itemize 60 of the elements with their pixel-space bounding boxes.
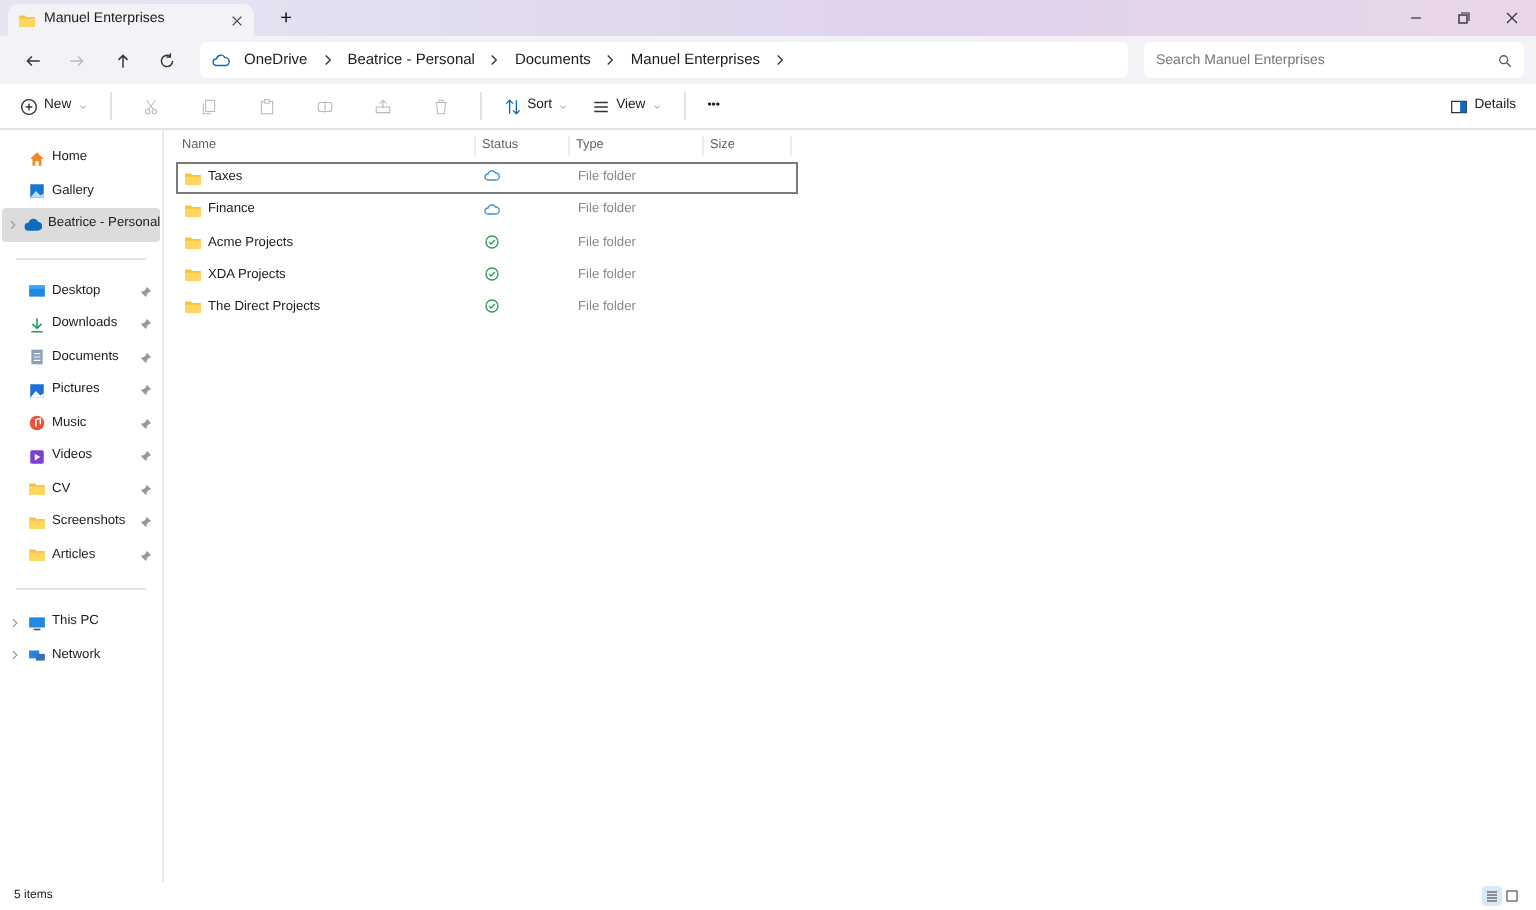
pin-icon[interactable] — [140, 285, 152, 298]
pin-icon[interactable] — [140, 351, 152, 364]
pin-icon[interactable] — [140, 483, 152, 496]
chevron-right-icon[interactable] — [321, 54, 334, 66]
view-toggle[interactable] — [1482, 886, 1502, 906]
share-icon[interactable] — [373, 97, 392, 115]
pin-icon[interactable] — [140, 318, 152, 331]
chevron-right-icon[interactable] — [488, 54, 501, 66]
back-icon[interactable] — [23, 51, 42, 69]
folder-icon — [28, 480, 46, 499]
music-icon — [28, 414, 46, 433]
plus-circle-icon — [20, 97, 38, 115]
folder-icon — [18, 11, 36, 29]
chevron-right-icon[interactable] — [604, 54, 617, 66]
network-icon — [28, 646, 46, 665]
details-view-icon — [1484, 888, 1500, 904]
picture-icon — [28, 381, 46, 400]
pane-icon — [1450, 97, 1469, 115]
download-icon — [28, 315, 46, 334]
up-icon[interactable] — [113, 51, 132, 69]
tiles-view-icon — [1504, 888, 1520, 904]
pin-icon[interactable] — [140, 384, 152, 397]
cloud-icon — [212, 51, 230, 69]
caret-icon — [558, 101, 569, 111]
folder-icon — [28, 546, 46, 565]
caret-icon — [651, 101, 662, 111]
rename-icon[interactable] — [315, 97, 334, 115]
paste-icon[interactable] — [257, 97, 276, 115]
folder-icon — [184, 233, 202, 252]
pin-icon[interactable] — [140, 417, 152, 430]
desktop-icon — [28, 282, 46, 301]
home-icon — [28, 149, 46, 168]
restore-icon[interactable] — [1456, 10, 1472, 26]
close-icon[interactable] — [1504, 10, 1520, 26]
folder-icon — [184, 266, 202, 285]
pin-icon[interactable] — [140, 450, 152, 463]
folder-icon — [184, 201, 202, 220]
delete-icon[interactable] — [431, 97, 450, 115]
computer-icon — [28, 613, 46, 632]
sort-icon — [503, 97, 522, 115]
refresh-icon[interactable] — [158, 51, 177, 69]
document-icon — [28, 348, 46, 367]
new-tab-button[interactable]: + — [262, 0, 310, 36]
close-icon[interactable] — [230, 13, 244, 27]
folder-icon — [184, 169, 202, 188]
gallery-icon — [28, 182, 46, 201]
search-icon — [1498, 53, 1512, 67]
list-icon — [592, 97, 611, 115]
chevron-right-icon[interactable] — [774, 54, 787, 66]
pin-icon[interactable] — [140, 549, 152, 562]
forward-icon[interactable] — [68, 51, 87, 69]
folder-icon — [28, 513, 46, 532]
folder-icon — [184, 298, 202, 317]
video-icon — [28, 447, 46, 466]
view-toggle[interactable] — [1502, 886, 1522, 906]
copy-icon[interactable] — [199, 97, 218, 115]
pin-icon[interactable] — [140, 516, 152, 529]
cloud-icon — [24, 215, 42, 234]
cut-icon[interactable] — [141, 97, 160, 115]
caret-icon — [77, 101, 88, 111]
